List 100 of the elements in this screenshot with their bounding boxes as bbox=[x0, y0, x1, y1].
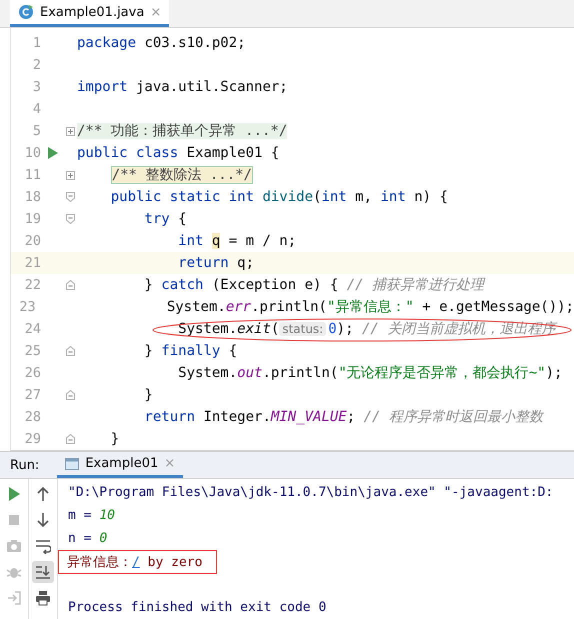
keyword: finally bbox=[161, 343, 220, 360]
keyword: public class bbox=[77, 145, 178, 162]
code-text: n) { bbox=[413, 189, 448, 206]
code-text: ; bbox=[346, 409, 356, 426]
console-text: Process finished with exit code 0 bbox=[68, 600, 326, 615]
keyword: catch bbox=[161, 277, 204, 294]
line-number: 18 bbox=[24, 189, 41, 206]
code-text: java.util.Scanner; bbox=[135, 79, 288, 96]
collapse-icon[interactable] bbox=[66, 390, 74, 400]
line-number: 25 bbox=[24, 343, 41, 360]
expand-icon[interactable] bbox=[66, 170, 74, 180]
collapse-icon[interactable] bbox=[66, 434, 74, 444]
code-text: ); bbox=[546, 365, 562, 382]
run-icon[interactable] bbox=[6, 486, 22, 502]
code-text: { bbox=[177, 211, 187, 228]
close-button[interactable]: × bbox=[164, 456, 176, 472]
run-label: Run: bbox=[10, 458, 40, 473]
keyword: int bbox=[380, 189, 406, 206]
code-text: } bbox=[143, 277, 154, 294]
printer-icon[interactable] bbox=[35, 590, 51, 606]
console-text: "D:\Program Files\Java\jdk-11.0.7\bin\java.exe" "-javaagent:D: bbox=[68, 485, 554, 500]
code-text: = m / n; bbox=[228, 233, 296, 250]
folded-comment: /** 整数除法 ...*/ bbox=[110, 166, 253, 184]
code-text: } bbox=[110, 431, 120, 448]
collapse-icon[interactable] bbox=[66, 214, 74, 224]
console-value: 10 bbox=[99, 508, 115, 523]
folded-comment: /** 功能：捕获单个异常 ...*/ bbox=[77, 123, 288, 140]
code-text: Integer. bbox=[202, 409, 271, 426]
code-text: m, bbox=[354, 189, 374, 206]
line-number: 28 bbox=[24, 409, 41, 426]
console-text: n = bbox=[68, 531, 92, 546]
line-number: 22 bbox=[24, 277, 41, 294]
line-number: 10 bbox=[24, 145, 41, 162]
line-number: 20 bbox=[24, 233, 41, 250]
keyword: return bbox=[177, 255, 229, 272]
keyword: return bbox=[143, 409, 196, 426]
expand-icon[interactable] bbox=[66, 126, 74, 136]
collapse-icon[interactable] bbox=[66, 192, 74, 202]
run-icon[interactable] bbox=[48, 147, 58, 160]
down-arrow-icon[interactable] bbox=[35, 512, 51, 528]
code-text: ( bbox=[270, 321, 280, 338]
code-comment: // 捕获异常进行处理 bbox=[346, 277, 484, 294]
parameter-hint: status: bbox=[279, 322, 326, 336]
code-text: ); bbox=[336, 321, 355, 338]
code-text: System. bbox=[166, 299, 226, 316]
editor-tab[interactable]: Example01.java × bbox=[10, 0, 170, 28]
wrap-icon[interactable] bbox=[35, 538, 51, 554]
console-value: 0 bbox=[99, 531, 108, 546]
collapse-icon[interactable] bbox=[66, 346, 74, 356]
line-number: 3 bbox=[32, 79, 41, 96]
code-text: .println( bbox=[262, 365, 338, 382]
string-literal: "异常信息：" bbox=[326, 299, 414, 316]
keyword: import bbox=[77, 79, 128, 96]
string-literal: "无论程序是否异常，都会执行~" bbox=[338, 365, 546, 382]
code-text: System. bbox=[177, 365, 238, 382]
code-text: c03.s10.p02; bbox=[143, 35, 246, 52]
up-arrow-icon[interactable] bbox=[35, 486, 51, 502]
method-name: exit bbox=[237, 321, 271, 338]
method-name: divide bbox=[262, 189, 314, 206]
line-number: 26 bbox=[24, 365, 41, 382]
code-comment: // 程序异常时返回最小整数 bbox=[364, 409, 543, 426]
error-text: by zero bbox=[146, 554, 202, 570]
close-button[interactable]: × bbox=[150, 4, 162, 20]
code-text: } bbox=[143, 343, 154, 360]
line-number: 11 bbox=[24, 167, 41, 184]
code-text: Example01 { bbox=[186, 145, 280, 162]
collapse-icon[interactable] bbox=[66, 280, 74, 290]
line-number: 23 bbox=[18, 299, 36, 316]
error-text: 异常信息： bbox=[67, 554, 132, 570]
class-icon bbox=[18, 4, 34, 20]
keyword: try bbox=[143, 211, 170, 228]
console-text: m = bbox=[68, 508, 92, 523]
line-number: 29 bbox=[24, 431, 41, 448]
field-name: out bbox=[237, 365, 262, 382]
field-name: MIN_VALUE bbox=[270, 409, 347, 426]
run-tab[interactable]: Example01 × bbox=[57, 452, 184, 478]
code-text: ( bbox=[313, 189, 322, 206]
line-number: 2 bbox=[32, 57, 41, 74]
code-text: { bbox=[228, 343, 238, 360]
line-number: 4 bbox=[32, 101, 41, 118]
code-text: } bbox=[143, 387, 153, 404]
code-text: .println( bbox=[251, 299, 327, 316]
code-text: System. bbox=[177, 321, 238, 338]
code-text: (Exception e) { bbox=[210, 277, 340, 294]
line-number: 19 bbox=[24, 211, 41, 228]
code-text: q; bbox=[236, 255, 254, 272]
line-number: 21 bbox=[24, 255, 41, 272]
console-icon bbox=[65, 458, 80, 470]
keyword: package bbox=[77, 35, 136, 52]
number-literal: 0 bbox=[328, 321, 337, 338]
line-number: 27 bbox=[24, 387, 41, 404]
line-number: 5 bbox=[32, 123, 41, 140]
line-number: 24 bbox=[24, 321, 41, 338]
code-text: + e.getMessage()); bbox=[421, 299, 574, 316]
keyword: int bbox=[321, 189, 347, 206]
variable-name: q bbox=[212, 233, 220, 250]
line-number: 1 bbox=[32, 35, 41, 52]
keyword: public static int bbox=[110, 189, 256, 206]
console-link[interactable]: / bbox=[132, 554, 140, 570]
field-name: err bbox=[226, 299, 252, 316]
